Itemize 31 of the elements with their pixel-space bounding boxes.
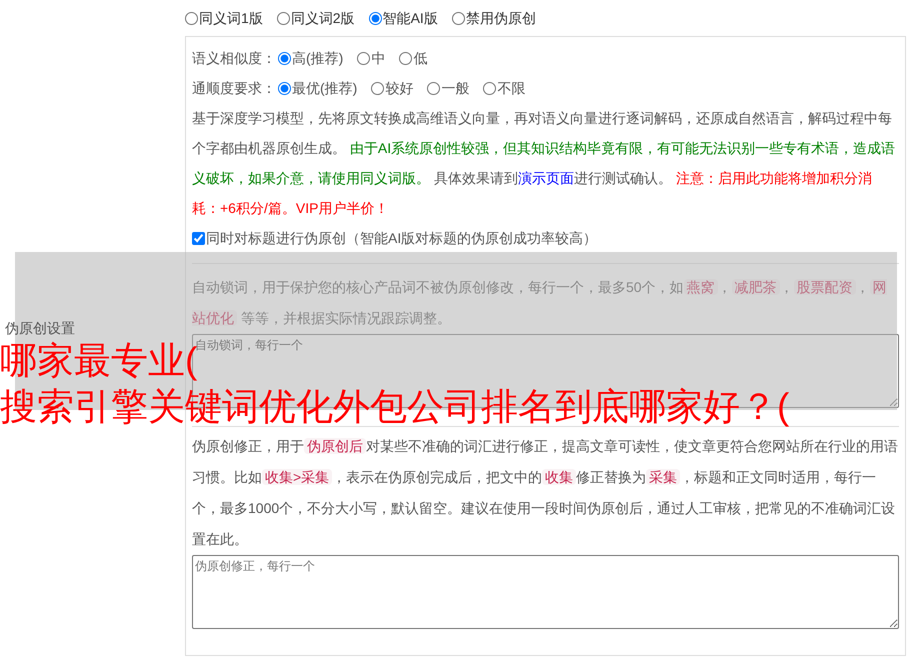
radio-button[interactable] [399, 52, 412, 64]
radio-button[interactable] [483, 82, 496, 94]
description-text: 基于深度学习模型，先将原文转换成高维语义向量，再对语义向量进行逐词解码，还原成自然语言，解码过程中每个字都由机器原创生成。 由于AI系统原创性较强，但其知识结构毕竟有限，有可能无法识别一些专有术语，造成语义破坏，如果介意，请使用同义词版。 具体效果请到演示页面进行测试确认。 注意：启用此功能将增加积分消耗：+6积分/篇。VIP用户半价！ [192, 109, 896, 218]
radio-label[interactable]: 智能AI版 [382, 8, 438, 28]
radio-button[interactable] [452, 12, 465, 24]
radio-label[interactable]: 禁用伪原创 [466, 8, 536, 28]
radio-button[interactable] [276, 12, 290, 24]
radio-button[interactable] [427, 82, 440, 94]
correction-field[interactable]: 伪原创修正，每行一个 [192, 555, 899, 629]
radio-label[interactable]: 较好 [385, 73, 414, 103]
radio-label[interactable]: 中 [371, 43, 386, 73]
radio-button[interactable] [357, 52, 370, 64]
radio-label[interactable]: 同义词2版 [290, 8, 355, 28]
radio-label[interactable]: 一般 [441, 73, 470, 103]
section-label: 伪原创设置 [4, 319, 75, 338]
radio-button[interactable] [278, 52, 291, 64]
radio-button[interactable] [371, 82, 384, 94]
radio-label[interactable]: 同义词1版 [199, 8, 263, 28]
radio-button[interactable] [185, 12, 198, 24]
radio-label[interactable]: 不限 [497, 73, 526, 103]
checkbox[interactable] [192, 232, 205, 244]
lock-words-description: 自动锁词，用于保护您的核心产品词不被伪原创修改，每行一个，最多50个，如 燕窝 ， 减肥茶 ， 股票配资 ， 网站优化 等等，并根据实际情况跟踪调整。 [192, 278, 888, 328]
radio-label[interactable]: 高(推荐) [292, 43, 344, 73]
field-label: 通顺度要求： [192, 79, 276, 98]
correction-description: 伪原创修正，用于 伪原创后 对某些不准确的词汇进行修正，提高文章可读性，使文章更符合您网站所在行业的用语习惯。比如 收集>采集 ，表示在伪原创完成后，把文中的 收集 修正替换为 采集 ，标题和正文同时适用，每行一个，最多1000个，不分大小写，默认留空。建议在使用一段时间伪原创后，通过人工审核，把常见的不准确词汇设置在此。 [192, 437, 899, 549]
radio-label[interactable]: 低 [413, 43, 428, 73]
radio-button[interactable] [278, 82, 291, 94]
radio-button[interactable] [368, 12, 382, 24]
radio-label[interactable]: 最优(推荐) [292, 73, 358, 103]
checkbox-label[interactable]: 同时对标题进行伪原创（智能AI版对标题的伪原创成功率较高） [206, 223, 598, 253]
field-label: 语义相似度： [192, 49, 276, 68]
